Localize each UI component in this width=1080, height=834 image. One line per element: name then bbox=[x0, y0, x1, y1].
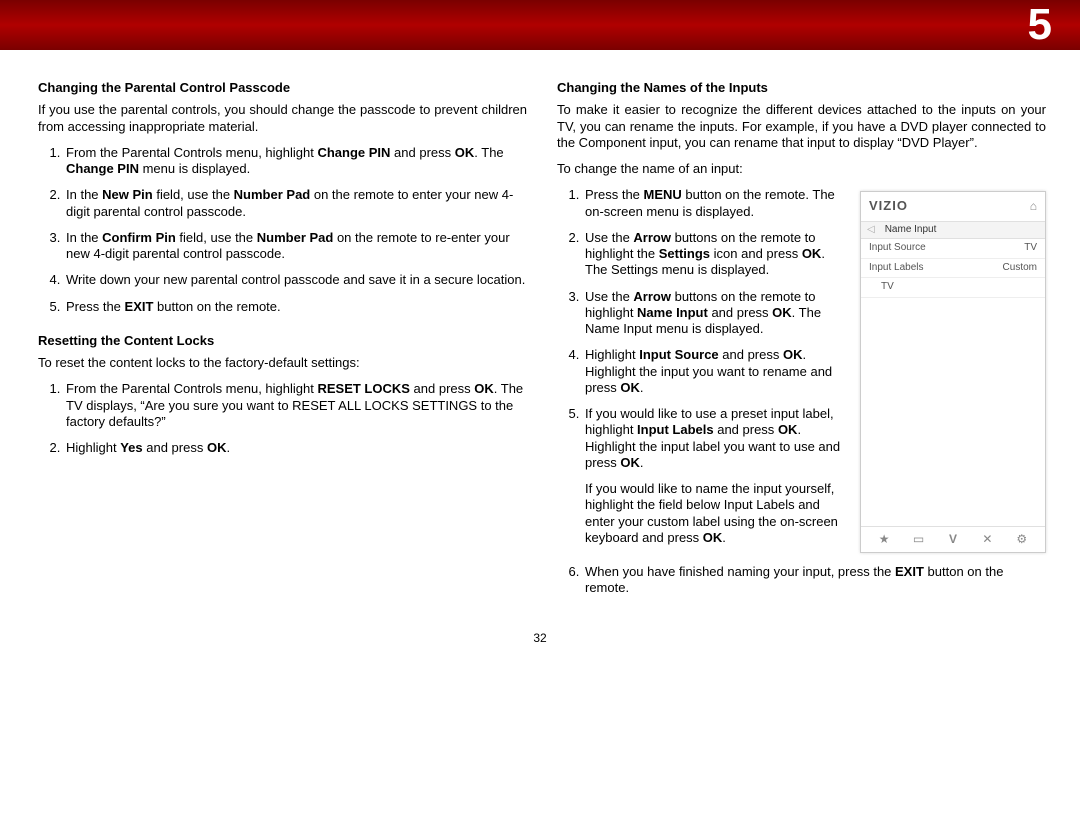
heading-passcode: Changing the Parental Control Passcode bbox=[38, 80, 527, 96]
box-icon: ▭ bbox=[911, 532, 927, 547]
list-item: Highlight Input Source and press OK. Hig… bbox=[583, 347, 846, 396]
vizio-logo: VIZIO bbox=[869, 198, 908, 214]
list-item: Use the Arrow buttons on the remote to h… bbox=[583, 289, 846, 338]
page-header: 5 bbox=[0, 0, 1080, 50]
figure-row-tv: TV bbox=[861, 278, 1045, 298]
page-body: Changing the Parental Control Passcode I… bbox=[0, 50, 1080, 625]
chapter-number: 5 bbox=[1028, 0, 1052, 50]
list-item: From the Parental Controls menu, highlig… bbox=[64, 145, 527, 178]
figure-title: Name Input bbox=[885, 224, 937, 237]
x-icon: ✕ bbox=[979, 532, 995, 547]
page-number: 32 bbox=[0, 625, 1080, 645]
intro-passcode: If you use the parental controls, you sh… bbox=[38, 102, 527, 135]
figure-row-input-source: Input Source TV bbox=[861, 239, 1045, 259]
list-item: In the Confirm Pin field, use the Number… bbox=[64, 230, 527, 263]
figure-row-input-labels: Input Labels Custom bbox=[861, 259, 1045, 279]
steps-passcode: From the Parental Controls menu, highlig… bbox=[38, 145, 527, 315]
lead-inputs: To change the name of an input: bbox=[557, 161, 1046, 177]
steps-reset: From the Parental Controls menu, highlig… bbox=[38, 381, 527, 456]
intro-reset: To reset the content locks to the factor… bbox=[38, 355, 527, 371]
left-column: Changing the Parental Control Passcode I… bbox=[38, 80, 527, 615]
steps-inputs-b: When you have finished naming your input… bbox=[557, 564, 1046, 597]
heading-reset: Resetting the Content Locks bbox=[38, 333, 527, 349]
home-icon: ⌂ bbox=[1030, 199, 1037, 214]
list-item: If you would like to use a preset input … bbox=[583, 406, 846, 546]
list-item: Highlight Yes and press OK. bbox=[64, 440, 527, 456]
list-item: Press the EXIT button on the remote. bbox=[64, 299, 527, 315]
list-item: From the Parental Controls menu, highlig… bbox=[64, 381, 527, 430]
star-icon: ★ bbox=[876, 532, 892, 547]
back-icon: ◁ bbox=[867, 224, 875, 237]
heading-inputs: Changing the Names of the Inputs bbox=[557, 80, 1046, 96]
gear-icon: ⚙ bbox=[1014, 532, 1030, 547]
list-item: Press the MENU button on the remote. The… bbox=[583, 187, 846, 220]
list-item: In the New Pin field, use the Number Pad… bbox=[64, 187, 527, 220]
step-extra: If you would like to name the input your… bbox=[585, 481, 846, 546]
name-input-figure: VIZIO ⌂ ◁ Name Input Input Source TV Inp… bbox=[860, 191, 1046, 552]
right-column: Changing the Names of the Inputs To make… bbox=[557, 80, 1046, 615]
list-item: Use the Arrow buttons on the remote to h… bbox=[583, 230, 846, 279]
intro-inputs: To make it easier to recognize the diffe… bbox=[557, 102, 1046, 151]
list-item: Write down your new parental control pas… bbox=[64, 272, 527, 288]
steps-inputs-a: Press the MENU button on the remote. The… bbox=[557, 187, 846, 546]
v-icon: V bbox=[945, 532, 961, 547]
list-item: When you have finished naming your input… bbox=[583, 564, 1046, 597]
